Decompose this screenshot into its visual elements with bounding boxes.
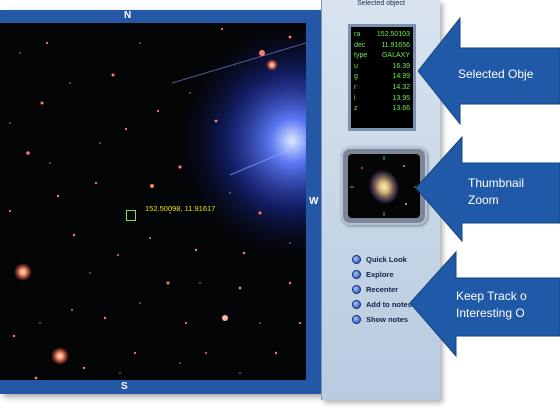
info-row-u: u 16.39: [354, 62, 410, 73]
add-to-notes-button[interactable]: Add to notes: [352, 297, 412, 312]
info-value: 13.66: [392, 105, 410, 113]
info-key: i: [354, 94, 356, 102]
info-row-i: i 13.95: [354, 94, 410, 105]
info-key: dec: [354, 41, 366, 49]
info-row-r: r 14.32: [354, 83, 410, 94]
action-label: Explore: [366, 270, 394, 279]
radio-bullet-icon: [352, 285, 361, 294]
info-key: type: [354, 52, 368, 60]
callout-text-line1: Keep Track o: [456, 289, 527, 303]
selected-object-coordinates: 152.50098, 11.91617: [145, 204, 216, 213]
thumbnail-zoom[interactable]: [341, 147, 427, 225]
radio-bullet-icon: [352, 315, 361, 324]
action-label: Quick Look: [366, 255, 407, 264]
quick-look-button[interactable]: Quick Look: [352, 252, 412, 267]
radio-bullet-icon: [352, 300, 361, 309]
info-row-dec: dec 11.91656: [354, 41, 410, 52]
info-row-g: g 14.99: [354, 72, 410, 83]
info-value: 16.39: [392, 62, 410, 70]
action-label: Show notes: [366, 315, 409, 324]
callout-text: Selected Obje: [458, 67, 534, 81]
info-key: u: [354, 62, 358, 70]
info-row-ra: ra 152.50103: [354, 30, 410, 41]
radio-bullet-icon: [352, 270, 361, 279]
action-list: Quick Look Explore Recenter Add to notes…: [352, 252, 412, 327]
callout-text-line1: Thumbnail: [468, 176, 525, 190]
object-info-box: ra 152.50103 dec 11.91656 type GALAXY u …: [348, 24, 416, 131]
info-row-z: z 13.66: [354, 104, 410, 115]
sky-navigator-frame: N 152.50098, 11.91617 S W: [0, 10, 321, 394]
action-label: Recenter: [366, 285, 399, 294]
thumbnail-image: [348, 154, 420, 218]
show-notes-button[interactable]: Show notes: [352, 312, 412, 327]
info-value: GALAXY: [381, 52, 410, 60]
radio-bullet-icon: [352, 255, 361, 264]
explore-button[interactable]: Explore: [352, 267, 412, 282]
info-value: 14.32: [392, 83, 410, 91]
sky-image-view[interactable]: 152.50098, 11.91617: [0, 23, 306, 380]
left-arrow-icon: [409, 250, 560, 358]
selected-object-marker[interactable]: [126, 210, 136, 221]
info-key: z: [354, 105, 358, 113]
info-value: 152.50103: [376, 31, 410, 38]
callout-keep-track: Keep Track o Interesting O: [409, 250, 560, 360]
info-value: 13.95: [392, 94, 410, 102]
info-key: g: [354, 73, 358, 81]
callout-thumbnail-zoom: Thumbnail Zoom: [415, 133, 560, 243]
info-value: 14.99: [392, 73, 410, 81]
info-value: 11.91656: [381, 41, 410, 49]
panel-title: Selected object: [357, 0, 405, 7]
info-key: ra: [354, 31, 361, 38]
callout-text-line2: Interesting O: [456, 306, 525, 320]
info-row-type: type GALAXY: [354, 51, 410, 62]
bright-blue-star-glow: [171, 23, 306, 266]
compass-north-label[interactable]: N: [124, 10, 131, 21]
callout-text-line2: Zoom: [468, 193, 499, 207]
callout-selected-object: Selected Obje: [417, 16, 560, 126]
recenter-button[interactable]: Recenter: [352, 282, 412, 297]
compass-west-label[interactable]: W: [309, 196, 318, 207]
sky-image: [8, 23, 306, 380]
info-key: r: [354, 83, 357, 91]
action-label: Add to notes: [366, 300, 412, 309]
compass-south-label[interactable]: S: [121, 381, 128, 392]
